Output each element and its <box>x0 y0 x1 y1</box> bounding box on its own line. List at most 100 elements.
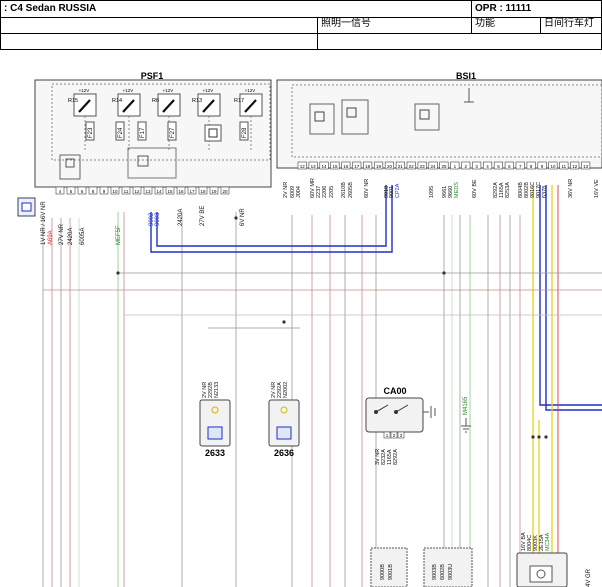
component-wire-label: N2002 <box>283 382 289 398</box>
component-wire-label: MC34A <box>545 532 551 551</box>
psf1-pin: 10 <box>112 189 118 194</box>
psf1-module: PSF1 +12VR15+12VR14+12VR6+12VR13+12VR17 … <box>34 71 272 195</box>
bottom-connector-left: 9000B 9001B <box>370 547 408 587</box>
bsi1-pin: 22 <box>409 164 415 169</box>
relay-label: R6 <box>152 98 159 104</box>
fuse-f27: F27 <box>167 121 177 141</box>
wire-label: 2206 <box>322 186 328 198</box>
fuse-f17: F17 <box>137 121 147 141</box>
wire-label: 9003 <box>155 212 161 226</box>
wire-label: CP2A <box>395 183 401 198</box>
bsi1-pin: 11 <box>562 164 567 169</box>
fuse-label: F28 <box>242 127 248 138</box>
wire-labels-left: 1V NR / 16V NR A69A 27V NR 2420A 6005A MEF5F <box>41 201 122 245</box>
component-lower-right: 16V BA 8004C 9003K 2E15A MC34A 4V GR <box>516 532 592 587</box>
fuse-label: F17 <box>140 127 146 138</box>
wire-label: 36V NR <box>568 179 574 198</box>
relay-supply-label: +12V <box>245 88 256 93</box>
wire-label: 6V NR <box>240 208 246 226</box>
fuse-f24: F24 <box>115 121 125 141</box>
psf1-pin: 15 <box>167 189 173 194</box>
wire-label: 2420A <box>68 228 74 245</box>
ca00-ground-wire: M4165 <box>463 396 469 415</box>
wire-label: 6005A <box>80 228 86 245</box>
psf1-pin: 17 <box>189 189 195 194</box>
component-2636-id: 2636 <box>274 448 294 458</box>
component-2636: 2V NR 2292A N2002 2636 <box>268 382 300 458</box>
wire-label: 2605B <box>348 182 354 198</box>
relay-label: R15 <box>68 98 78 104</box>
wire-label: MEDS <box>454 182 460 198</box>
psf1-pin: 16 <box>178 189 184 194</box>
psf1-pin: 18 <box>200 189 206 194</box>
psf1-outline <box>34 79 272 188</box>
psf1-pin: 11 <box>124 189 129 194</box>
psf1-pin: 19 <box>211 189 217 194</box>
psf1-pin: 12 <box>134 189 140 194</box>
bsi1-pin: 16 <box>343 164 349 169</box>
wire-label: J004 <box>296 186 302 198</box>
component-wire-label: 9003B <box>432 564 438 580</box>
component-2633-id: 2633 <box>205 448 225 458</box>
fuse-label: F27 <box>170 127 176 138</box>
bsi1-module: BSI1 12 13 14 15 16 17 18 19 20 21 22 23 24 25 1 2 3 4 5 6 7… <box>276 71 602 170</box>
wire-label: A69A <box>48 230 54 245</box>
wiring-diagram: PSF1 +12VR15+12VR14+12VR6+12VR13+12VR17 … <box>17 71 602 587</box>
fuse-label: F24 <box>118 127 124 138</box>
wire-labels-psf1: 9002 9003 2420A 27V BE 6V NR <box>149 206 246 226</box>
component-wire-label: 9003U <box>448 564 454 580</box>
relay-label: R13 <box>192 98 202 104</box>
component-wire-label: 8292A <box>393 449 399 465</box>
wire-label: 6378 <box>542 186 548 198</box>
psf1-pin: 13 <box>145 189 151 194</box>
component-ca00: CA00 123 3V NR 8232A 1165A 8292A M4165 <box>365 386 471 465</box>
bsi1-pin: 13 <box>583 164 589 169</box>
bsi1-pin: 25 <box>441 164 447 169</box>
relay-supply-label: +12V <box>163 88 174 93</box>
wire-label: 2V NR <box>283 182 289 198</box>
component-wire-label: 9001B <box>388 564 394 580</box>
wire-label: MEF5F <box>116 225 122 245</box>
fuse-label: F23 <box>88 127 94 138</box>
relay-supply-label: +12V <box>79 88 90 93</box>
wire-label: 60V BE <box>472 179 478 198</box>
diagnostic-connector-icon <box>17 197 36 217</box>
bsi1-pin: 12 <box>300 164 306 169</box>
component-wire-label: 6002B <box>440 564 446 580</box>
wire-layer <box>42 185 602 587</box>
bsi1-pin: 20 <box>387 164 393 169</box>
wire-label: 27V NR <box>59 223 65 245</box>
wire-label: 60V NR <box>364 179 370 198</box>
relay-supply-label: +12V <box>123 88 134 93</box>
relay-label: R14 <box>112 98 122 104</box>
component-2636-icon <box>276 426 292 440</box>
component-wire-label: N2133 <box>214 382 220 398</box>
psf1-pin: 14 <box>156 189 162 194</box>
wire-label: 2205 <box>329 186 335 198</box>
wire-label: 2610B <box>341 182 347 198</box>
wire-label: 2420A <box>178 209 184 226</box>
wire-label: 1095 <box>429 186 435 198</box>
bsi1-pin: 17 <box>354 164 360 169</box>
psf1-pin: 20 <box>222 189 228 194</box>
bsi1-pin: 10 <box>550 164 556 169</box>
bsi1-pin: 18 <box>365 164 371 169</box>
component-ca00-id: CA00 <box>383 386 406 396</box>
fuse-f28: F28 <box>239 121 249 141</box>
bsi1-pin: 24 <box>431 164 437 169</box>
lower-right-side-label: 4V GR <box>586 568 592 587</box>
bsi1-pin: 14 <box>322 164 328 169</box>
ground-icon <box>461 418 471 433</box>
component-wire-label: 9000B <box>380 564 386 580</box>
bsi1-pin: 19 <box>376 164 382 169</box>
relay-label: R17 <box>234 98 244 104</box>
component-2633-icon <box>207 426 223 440</box>
bsi1-pin: 13 <box>311 164 317 169</box>
wire-label: 8253A <box>505 182 511 198</box>
component-2633: 2V NR 2292B N2133 2633 <box>199 382 231 458</box>
relay-supply-label: +12V <box>203 88 214 93</box>
bsi1-pin: 15 <box>332 164 338 169</box>
psf1-relay-box <box>204 124 222 142</box>
wire-label: 27V BE <box>200 206 206 226</box>
fuse-f23: F23 <box>85 121 95 141</box>
